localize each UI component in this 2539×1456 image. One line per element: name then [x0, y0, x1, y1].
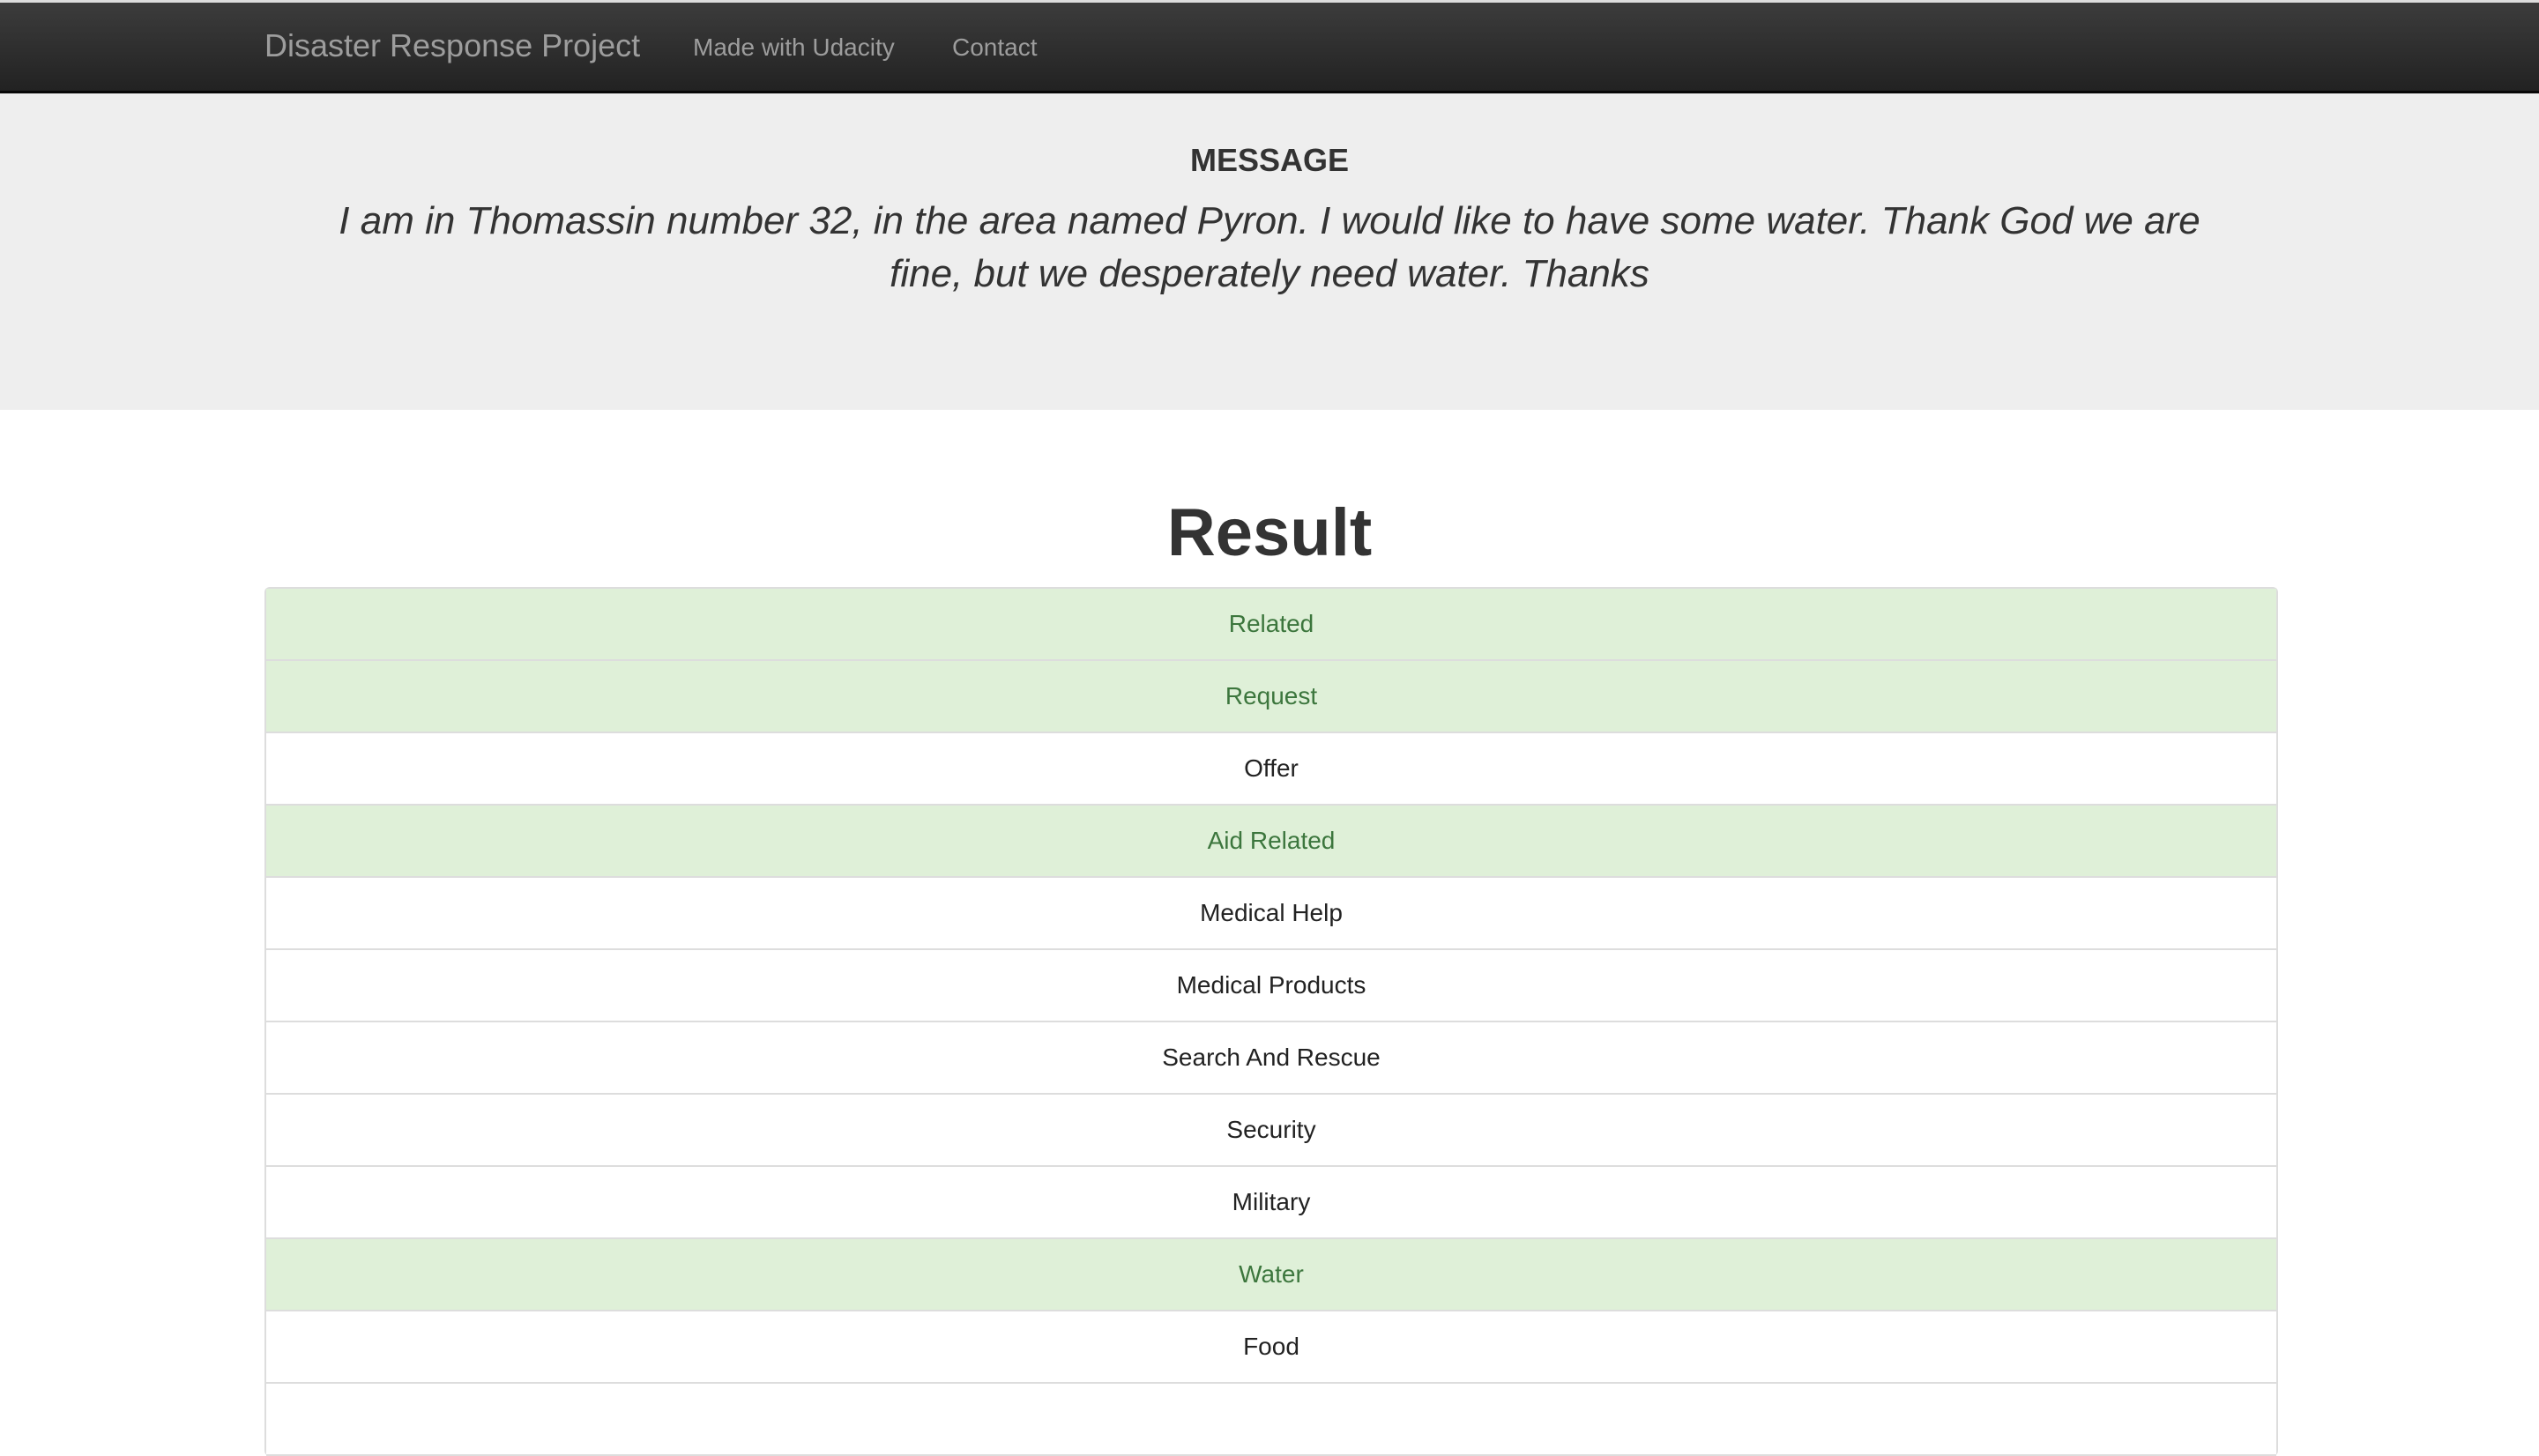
- category-item: Food: [266, 1311, 2276, 1384]
- brand-link[interactable]: Disaster Response Project: [264, 27, 640, 64]
- result-heading: Result: [1166, 495, 1373, 570]
- category-item: Military: [266, 1167, 2276, 1239]
- category-item: Medical Products: [266, 950, 2276, 1022]
- message-panel: MESSAGE I am in Thomassin number 32, in …: [0, 93, 2539, 410]
- category-list: Related Request Offer Aid Related Medical He…: [264, 587, 2278, 1456]
- category-item: Related: [266, 589, 2276, 661]
- category-item: Offer: [266, 733, 2276, 806]
- message-heading: MESSAGE: [1189, 142, 1350, 178]
- category-item: Water: [266, 1239, 2276, 1311]
- category-item: [266, 1384, 2276, 1456]
- message-text: I am in Thomassin number 32, in the area…: [339, 199, 2200, 295]
- category-item: Aid Related: [266, 806, 2276, 878]
- nav-link-contact[interactable]: Contact: [952, 33, 1038, 62]
- navbar: Disaster Response Project Made with Udac…: [0, 0, 2539, 93]
- category-item: Medical Help: [266, 878, 2276, 950]
- nav-link-made-with-udacity[interactable]: Made with Udacity: [693, 33, 895, 62]
- category-item: Security: [266, 1095, 2276, 1167]
- category-item: Search And Rescue: [266, 1022, 2276, 1095]
- category-item: Request: [266, 661, 2276, 733]
